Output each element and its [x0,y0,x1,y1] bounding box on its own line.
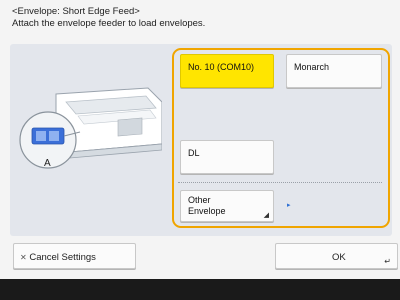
envelope-no10-button[interactable]: No. 10 (COM10) [180,54,274,88]
screen-instruction: Attach the envelope feeder to load envel… [12,18,206,29]
other-envelope-arrow-icon: ▸ [287,202,291,209]
submenu-corner-icon: ◢ [263,212,269,219]
envelope-monarch-button[interactable]: Monarch [286,54,382,88]
cancel-settings-label: Cancel Settings [29,252,96,263]
envelope-dl-label: DL [188,148,200,158]
corner-arrow-icon: ↵ [384,257,391,266]
close-icon: ✕ [20,253,27,262]
other-envelope-button[interactable]: Other Envelope ◢ [180,190,274,222]
screen-title: <Envelope: Short Edge Feed> [12,6,140,17]
envelope-monarch-label: Monarch [294,62,330,72]
envelope-feeder-illustration: A [19,87,162,169]
other-envelope-label-line1: Other [188,195,211,205]
group-divider [178,182,382,183]
header: <Envelope: Short Edge Feed> Attach the e… [12,6,205,30]
envelope-dl-button[interactable]: DL [180,140,274,174]
envelope-no10-label: No. 10 (COM10) [188,62,255,72]
ok-button[interactable]: OK ↵ [275,243,398,269]
cancel-settings-button[interactable]: ✕ Cancel Settings [13,243,136,269]
footer-bar [0,279,400,300]
illustration-label-a: A [44,158,51,169]
ok-label: OK [332,252,346,263]
other-envelope-label-line2: Envelope [188,206,226,216]
